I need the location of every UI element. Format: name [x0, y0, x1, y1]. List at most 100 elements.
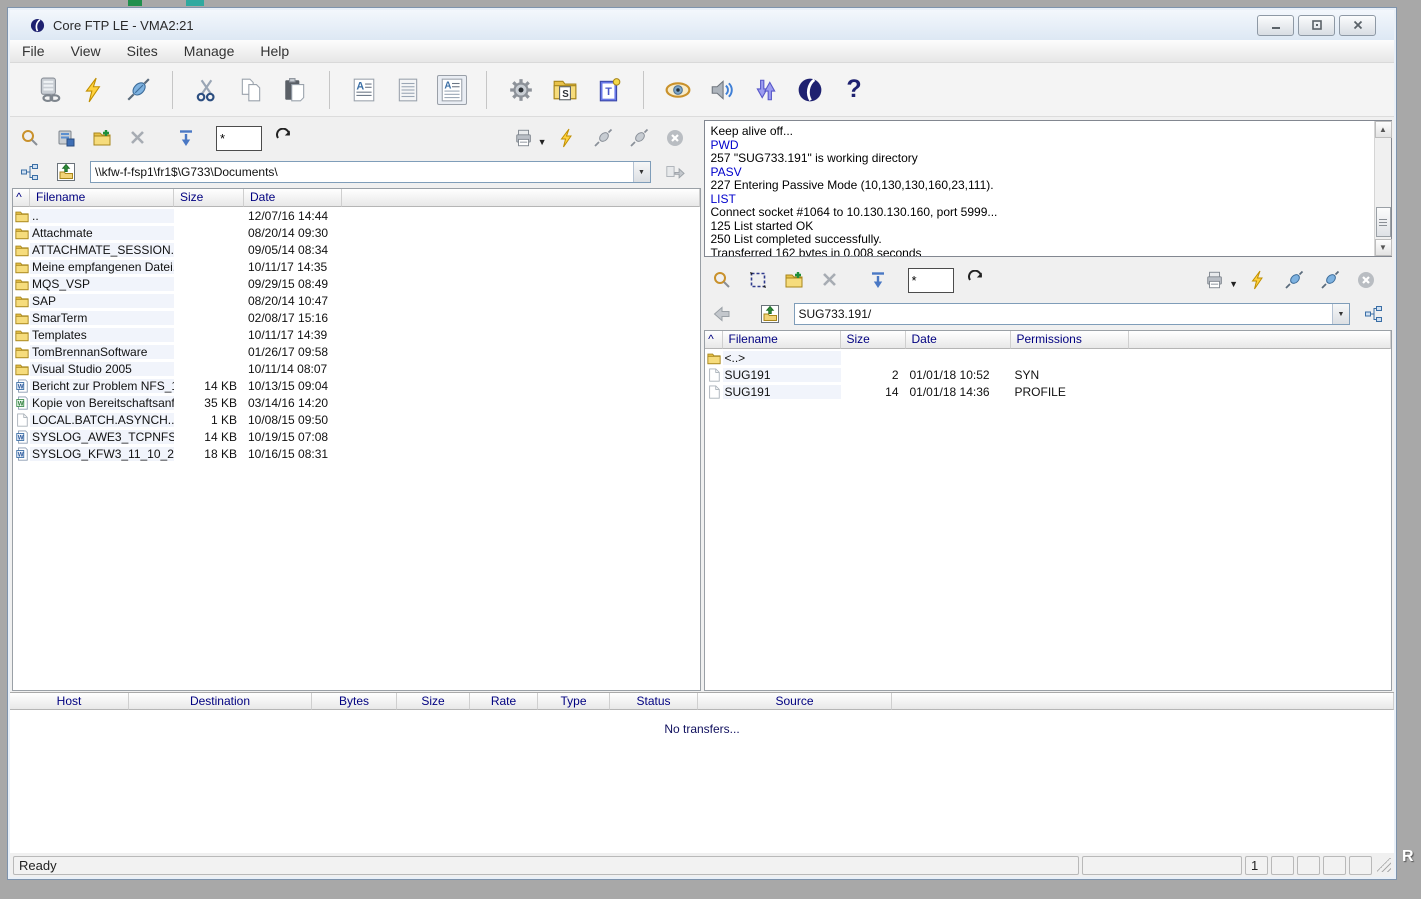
sound-toggle-button[interactable] [707, 75, 737, 105]
file-row[interactable]: SAP08/20/14 10:47 [13, 292, 700, 309]
refresh-button[interactable] [272, 126, 296, 150]
file-row[interactable]: Bericht zur Problem NFS_1...14 KB10/13/1… [13, 377, 700, 394]
local-connect-button[interactable] [591, 126, 615, 150]
file-row[interactable]: SUG1911401/01/18 14:36PROFILE [705, 383, 1392, 400]
file-row[interactable]: SUG191201/01/18 10:52SYN [705, 366, 1392, 383]
options-button[interactable] [506, 75, 536, 105]
file-row[interactable]: LOCAL.BATCH.ASYNCH....1 KB10/08/15 09:50 [13, 411, 700, 428]
filename-header[interactable]: Filename [30, 189, 174, 207]
file-row[interactable]: Kopie von Bereitschaftsanf...35 KB03/14/… [13, 394, 700, 411]
sites-button[interactable]: S [550, 75, 580, 105]
queue-header-bytes[interactable]: Bytes [312, 693, 397, 710]
menu-help[interactable]: Help [260, 43, 289, 59]
remote-connect-button[interactable] [1282, 268, 1306, 292]
site-manager-button[interactable] [35, 75, 65, 105]
local-reconnect-button[interactable] [627, 126, 651, 150]
queue-header-type[interactable]: Type [538, 693, 610, 710]
local-disconnect-button[interactable] [663, 126, 687, 150]
transfers-button[interactable] [751, 75, 781, 105]
remote-filter-input[interactable] [908, 268, 954, 293]
local-path-value[interactable]: \\kfw-f-fsp1\fr1$\G733\Documents\ [91, 162, 633, 182]
remote-path-combo[interactable]: SUG733.191/ ▼ [794, 303, 1351, 325]
view-combined-button[interactable]: A [437, 75, 467, 105]
file-row[interactable]: Attachmate08/20/14 09:30 [13, 224, 700, 241]
queue-header-source[interactable]: Source [698, 693, 892, 710]
remote-new-folder-button[interactable] [782, 268, 806, 292]
print-queue-button[interactable] [512, 126, 536, 150]
menu-file[interactable]: File [22, 43, 45, 59]
transfer-to-remote-button[interactable] [663, 160, 687, 184]
remote-print-queue-button[interactable] [1203, 268, 1227, 292]
log-scrollbar[interactable]: ▲ ▼ [1374, 121, 1391, 256]
remote-path-value[interactable]: SUG733.191/ [795, 304, 1333, 324]
delete-button[interactable] [126, 126, 150, 150]
remote-quick-connect-button[interactable] [1246, 268, 1270, 292]
connect-button[interactable] [123, 75, 153, 105]
remote-refresh-button[interactable] [964, 268, 988, 292]
maximize-button[interactable] [1298, 15, 1335, 36]
remote-disconnect-button[interactable] [1354, 268, 1378, 292]
templates-button[interactable]: T [594, 75, 624, 105]
remote-path-dropdown-button[interactable]: ▼ [1332, 304, 1349, 324]
quick-connect-button[interactable] [79, 75, 109, 105]
titlebar[interactable]: Core FTP LE - VMA2:21 [10, 10, 1394, 40]
chevron-down-icon[interactable]: ▼ [1229, 279, 1238, 289]
date-header[interactable]: Date [244, 189, 342, 207]
paste-button[interactable] [280, 75, 310, 105]
save-listing-button[interactable] [54, 126, 78, 150]
menu-sites[interactable]: Sites [127, 43, 158, 59]
file-row[interactable]: Meine empfangenen Datei...10/11/17 14:35 [13, 258, 700, 275]
scroll-down-icon[interactable]: ▼ [1375, 239, 1392, 256]
menu-manage[interactable]: Manage [184, 43, 235, 59]
queue-header-rate[interactable]: Rate [470, 693, 538, 710]
back-button[interactable] [710, 302, 734, 326]
copy-button[interactable] [236, 75, 266, 105]
select-button[interactable] [746, 268, 770, 292]
local-path-dropdown-button[interactable]: ▼ [633, 162, 650, 182]
permissions-header[interactable]: Permissions [1011, 331, 1129, 349]
remote-delete-button[interactable] [818, 268, 842, 292]
resize-grip[interactable] [1377, 858, 1391, 872]
file-row[interactable]: Templates10/11/17 14:39 [13, 326, 700, 343]
upload-button[interactable] [174, 126, 198, 150]
scroll-thumb[interactable] [1376, 207, 1391, 237]
view-toggle-button[interactable] [663, 75, 693, 105]
file-row[interactable]: MQS_VSP09/29/15 08:49 [13, 275, 700, 292]
file-row[interactable]: ..12/07/16 14:44 [13, 207, 700, 224]
size-header[interactable]: Size [174, 189, 244, 207]
view-text-button[interactable] [393, 75, 423, 105]
download-button[interactable] [866, 268, 890, 292]
remote-reconnect-button[interactable] [1318, 268, 1342, 292]
new-folder-button[interactable] [90, 126, 114, 150]
help-button[interactable]: ? [839, 75, 869, 105]
file-row[interactable]: SYSLOG_AWE3_TCPNFS...14 KB10/19/15 07:08 [13, 428, 700, 445]
local-quick-connect-button[interactable] [555, 126, 579, 150]
queue-header-status[interactable]: Status [610, 693, 698, 710]
chevron-down-icon[interactable]: ▼ [538, 137, 547, 147]
menu-view[interactable]: View [71, 43, 101, 59]
file-row[interactable]: Visual Studio 200510/11/14 08:07 [13, 360, 700, 377]
tree-view-button[interactable] [18, 160, 42, 184]
date-header[interactable]: Date [906, 331, 1011, 349]
remote-search-button[interactable] [710, 268, 734, 292]
remote-tree-view-button[interactable] [1362, 302, 1386, 326]
sort-header[interactable]: ^ [13, 189, 30, 207]
up-directory-button[interactable] [54, 160, 78, 184]
sort-header[interactable]: ^ [705, 331, 723, 349]
local-path-combo[interactable]: \\kfw-f-fsp1\fr1$\G733\Documents\ ▼ [90, 161, 651, 183]
file-row[interactable]: SYSLOG_KFW3_11_10_2...18 KB10/16/15 08:3… [13, 445, 700, 462]
file-row[interactable]: <..> [705, 349, 1392, 366]
cut-button[interactable] [192, 75, 222, 105]
core-ftp-button[interactable] [795, 75, 825, 105]
filename-header[interactable]: Filename [723, 331, 841, 349]
search-button[interactable] [18, 126, 42, 150]
close-button[interactable] [1339, 15, 1376, 36]
queue-header-host[interactable]: Host [10, 693, 129, 710]
queue-header-destination[interactable]: Destination [129, 693, 312, 710]
local-filter-input[interactable] [216, 126, 262, 151]
size-header[interactable]: Size [841, 331, 906, 349]
scroll-up-icon[interactable]: ▲ [1375, 121, 1392, 138]
file-row[interactable]: SmarTerm02/08/17 15:16 [13, 309, 700, 326]
minimize-button[interactable] [1257, 15, 1294, 36]
remote-up-directory-button[interactable] [758, 302, 782, 326]
